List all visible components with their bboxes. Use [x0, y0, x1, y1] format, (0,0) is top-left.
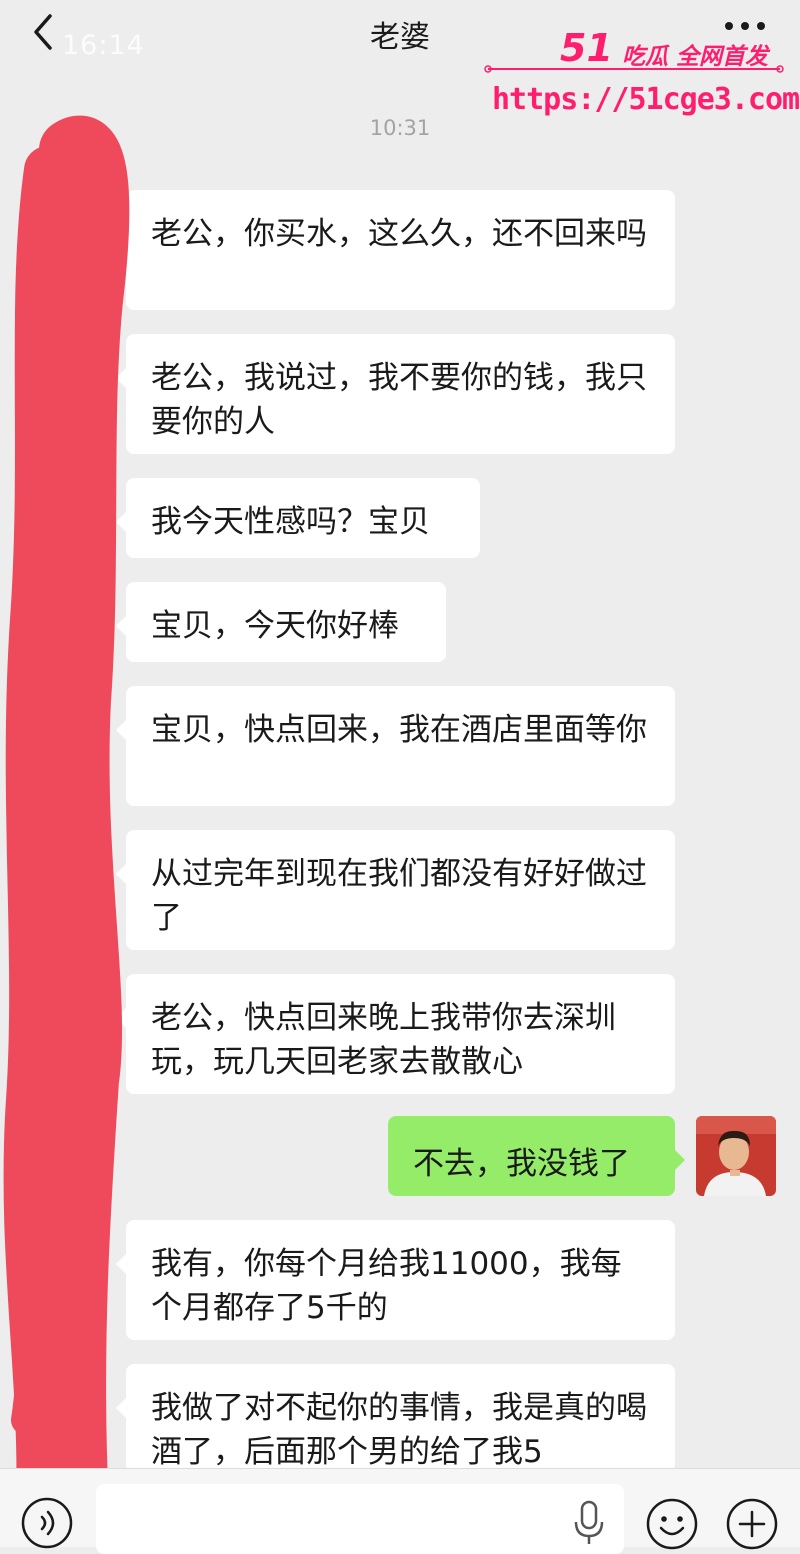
- user-avatar[interactable]: [696, 1116, 776, 1196]
- mic-icon[interactable]: [572, 1500, 606, 1546]
- sent-message[interactable]: 不去，我没钱了: [388, 1116, 685, 1196]
- contact-avatar[interactable]: [22, 1220, 104, 1302]
- received-message[interactable]: 宝贝，今天你好棒: [116, 582, 446, 662]
- message-timestamp: 10:31: [369, 116, 431, 140]
- contact-avatar[interactable]: [22, 190, 104, 272]
- received-message[interactable]: 我有，你每个月给我11000，我每个月都存了5千的: [116, 1220, 675, 1340]
- emoji-icon[interactable]: [644, 1496, 700, 1552]
- watermark-url: https://51cge3.com: [492, 82, 800, 117]
- received-message[interactable]: 宝贝，快点回来，我在酒店里面等你: [116, 686, 675, 806]
- contact-avatar[interactable]: [22, 1364, 104, 1446]
- contact-avatar[interactable]: [22, 334, 104, 416]
- received-message[interactable]: 我做了对不起你的事情，我是真的喝酒了，后面那个男的给了我5: [116, 1364, 675, 1472]
- received-message[interactable]: 老公，你买水，这么久，还不回来吗: [116, 190, 675, 310]
- received-message[interactable]: 老公，我说过，我不要你的钱，我只要你的人: [116, 334, 675, 454]
- more-dots-icon[interactable]: [722, 16, 768, 36]
- message-input[interactable]: [96, 1484, 624, 1554]
- received-message[interactable]: 老公，快点回来晚上我带你去深圳玩，玩几天回老家去散散心: [116, 974, 675, 1094]
- plus-icon[interactable]: [724, 1496, 780, 1552]
- watermark-circuit-line: [484, 65, 784, 73]
- received-message[interactable]: 从过完年到现在我们都没有好好做过了: [116, 830, 675, 950]
- voice-icon[interactable]: [20, 1496, 74, 1550]
- received-message[interactable]: 我今天性感吗？宝贝: [116, 478, 480, 558]
